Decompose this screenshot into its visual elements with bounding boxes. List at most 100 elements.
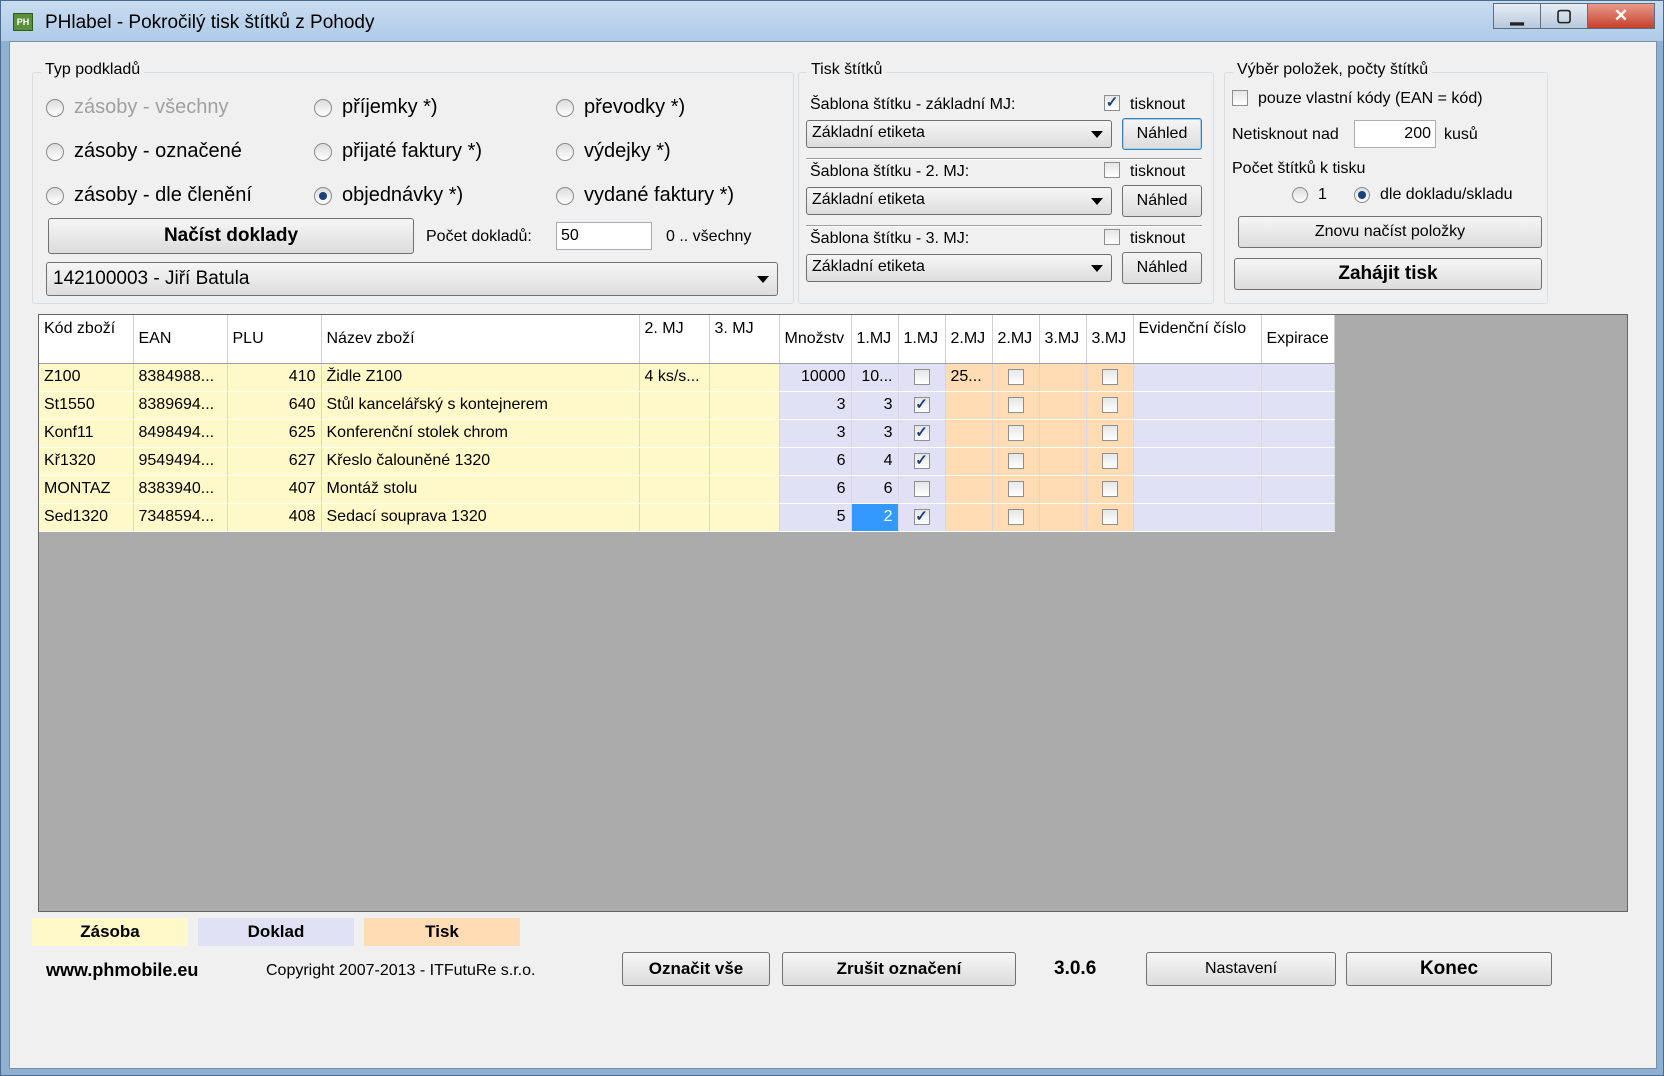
- typ-podkladu-radio-2[interactable]: zásoby - dle členění: [46, 184, 252, 207]
- cell-mj2c[interactable]: [992, 391, 1040, 420]
- cell-checkbox[interactable]: ✓: [913, 396, 930, 413]
- cell-mj2n[interactable]: [945, 475, 993, 504]
- cell-kod[interactable]: MONTAZ: [39, 475, 134, 504]
- table-row[interactable]: Sed1320 7348594... 408 Sedací souprava 1320…: [39, 503, 1335, 532]
- cell-mj1n[interactable]: 3: [851, 391, 899, 420]
- cell-checkbox[interactable]: [1101, 480, 1118, 497]
- cell-mj3c[interactable]: [1086, 391, 1134, 420]
- cell-exp[interactable]: [1261, 503, 1335, 532]
- cell-kod[interactable]: Sed1320: [39, 503, 134, 532]
- cell-mj2c[interactable]: [992, 503, 1040, 532]
- nastaveni-button[interactable]: Nastavení: [1146, 952, 1336, 986]
- cell-checkbox[interactable]: [913, 368, 930, 385]
- table-row[interactable]: St1550 8389694... 640 Stůl kancelářský s ko…: [39, 391, 1335, 420]
- zrusit-oznaceni-button[interactable]: Zrušit označení: [782, 952, 1016, 986]
- column-header[interactable]: 3. MJ: [709, 315, 780, 364]
- cell-evid[interactable]: [1133, 447, 1262, 476]
- cell-mj3c[interactable]: [1086, 363, 1134, 392]
- column-header[interactable]: 2.MJ: [945, 315, 993, 364]
- cell-kod[interactable]: St1550: [39, 391, 134, 420]
- cell-mj3n[interactable]: [1039, 447, 1087, 476]
- cell-nazev[interactable]: Křeslo čalouněné 1320: [321, 447, 640, 476]
- konec-button[interactable]: Konec: [1346, 952, 1552, 986]
- typ-podkladu-radio-7[interactable]: výdejky *): [556, 140, 671, 163]
- cell-mj3[interactable]: [709, 503, 780, 532]
- nacist-doklady-button[interactable]: Načíst doklady: [48, 218, 414, 254]
- cell-kod[interactable]: Konf11: [39, 419, 134, 448]
- cell-exp[interactable]: [1261, 447, 1335, 476]
- cell-mj2n[interactable]: 25...: [945, 363, 993, 392]
- cell-mj3n[interactable]: [1039, 391, 1087, 420]
- cell-checkbox[interactable]: [1101, 368, 1118, 385]
- doklad-select[interactable]: 142100003 - Jiří Batula: [46, 262, 778, 296]
- column-header[interactable]: Kód zboží: [39, 315, 134, 364]
- cell-evid[interactable]: [1133, 391, 1262, 420]
- cell-checkbox[interactable]: [1007, 396, 1024, 413]
- column-header[interactable]: Evidenční číslo: [1133, 315, 1262, 364]
- cell-checkbox[interactable]: ✓: [913, 508, 930, 525]
- cell-evid[interactable]: [1133, 503, 1262, 532]
- table-row[interactable]: Kř1320 9549494... 627 Křeslo čalouněné 1320…: [39, 447, 1335, 476]
- cell-mj2[interactable]: [639, 475, 710, 504]
- cell-mj3c[interactable]: [1086, 503, 1134, 532]
- cell-nazev[interactable]: Židle Z100: [321, 363, 640, 392]
- tisknout-checkbox-1[interactable]: [1104, 162, 1120, 178]
- column-header[interactable]: 3.MJ: [1039, 315, 1087, 364]
- cell-nazev[interactable]: Sedací souprava 1320: [321, 503, 640, 532]
- cell-mj3[interactable]: [709, 363, 780, 392]
- typ-podkladu-radio-0[interactable]: zásoby - všechny: [46, 96, 229, 119]
- vlastni-kody-checkbox[interactable]: [1232, 90, 1248, 106]
- cell-mj3[interactable]: [709, 391, 780, 420]
- cell-mj1n[interactable]: 10...: [851, 363, 899, 392]
- cell-mj1c[interactable]: ✓: [898, 447, 946, 476]
- column-header[interactable]: Název zboží: [321, 315, 640, 364]
- cell-mnozstvi[interactable]: 3: [779, 419, 852, 448]
- cell-checkbox[interactable]: [1101, 508, 1118, 525]
- table-row[interactable]: Z100 8384988... 410 Židle Z100 4 ks/s... 1000…: [39, 363, 1335, 392]
- zahajit-tisk-button[interactable]: Zahájit tisk: [1234, 258, 1542, 290]
- items-grid[interactable]: Kód zboží EAN PLU Název zboží 2. MJ 3. MJ Množ…: [38, 314, 1628, 912]
- cell-ean[interactable]: 7348594...: [133, 503, 228, 532]
- cell-mj1n[interactable]: 6: [851, 475, 899, 504]
- cell-exp[interactable]: [1261, 363, 1335, 392]
- cell-mj3n[interactable]: [1039, 503, 1087, 532]
- cell-mj3c[interactable]: [1086, 475, 1134, 504]
- template-select-0[interactable]: Základní etiketa: [806, 120, 1112, 148]
- cell-plu[interactable]: 627: [227, 447, 322, 476]
- cell-mj2c[interactable]: [992, 447, 1040, 476]
- cell-mj1c[interactable]: [898, 363, 946, 392]
- cell-checkbox[interactable]: [1101, 396, 1118, 413]
- cell-ean[interactable]: 8383940...: [133, 475, 228, 504]
- cell-plu[interactable]: 408: [227, 503, 322, 532]
- cell-mj1n[interactable]: 2: [851, 503, 899, 532]
- cell-mj1c[interactable]: ✓: [898, 503, 946, 532]
- cell-mj2c[interactable]: [992, 363, 1040, 392]
- pocet-stitku-radio-1[interactable]: 1: [1292, 186, 1327, 204]
- cell-mj1n[interactable]: 4: [851, 447, 899, 476]
- pocet-dokladu-input[interactable]: 50: [556, 222, 652, 250]
- cell-ean[interactable]: 8384988...: [133, 363, 228, 392]
- cell-evid[interactable]: [1133, 475, 1262, 504]
- cell-mj3c[interactable]: [1086, 419, 1134, 448]
- cell-mj2[interactable]: [639, 503, 710, 532]
- cell-checkbox[interactable]: [913, 480, 930, 497]
- cell-mj2n[interactable]: [945, 447, 993, 476]
- cell-plu[interactable]: 640: [227, 391, 322, 420]
- cell-checkbox[interactable]: [1007, 452, 1024, 469]
- netisknout-input[interactable]: 200: [1354, 120, 1436, 148]
- nahled-button-2[interactable]: Náhled: [1122, 252, 1202, 284]
- cell-mnozstvi[interactable]: 10000: [779, 363, 852, 392]
- cell-mj3[interactable]: [709, 475, 780, 504]
- cell-kod[interactable]: Z100: [39, 363, 134, 392]
- cell-mj1c[interactable]: ✓: [898, 419, 946, 448]
- tisknout-checkbox-2[interactable]: [1104, 229, 1120, 245]
- cell-ean[interactable]: 8389694...: [133, 391, 228, 420]
- column-header[interactable]: 1.MJ: [898, 315, 946, 364]
- cell-mnozstvi[interactable]: 3: [779, 391, 852, 420]
- cell-mj3[interactable]: [709, 419, 780, 448]
- cell-checkbox[interactable]: [1007, 508, 1024, 525]
- cell-mj2c[interactable]: [992, 419, 1040, 448]
- cell-mj3n[interactable]: [1039, 363, 1087, 392]
- cell-mj2n[interactable]: [945, 391, 993, 420]
- znovu-nacist-button[interactable]: Znovu načíst položky: [1238, 216, 1542, 248]
